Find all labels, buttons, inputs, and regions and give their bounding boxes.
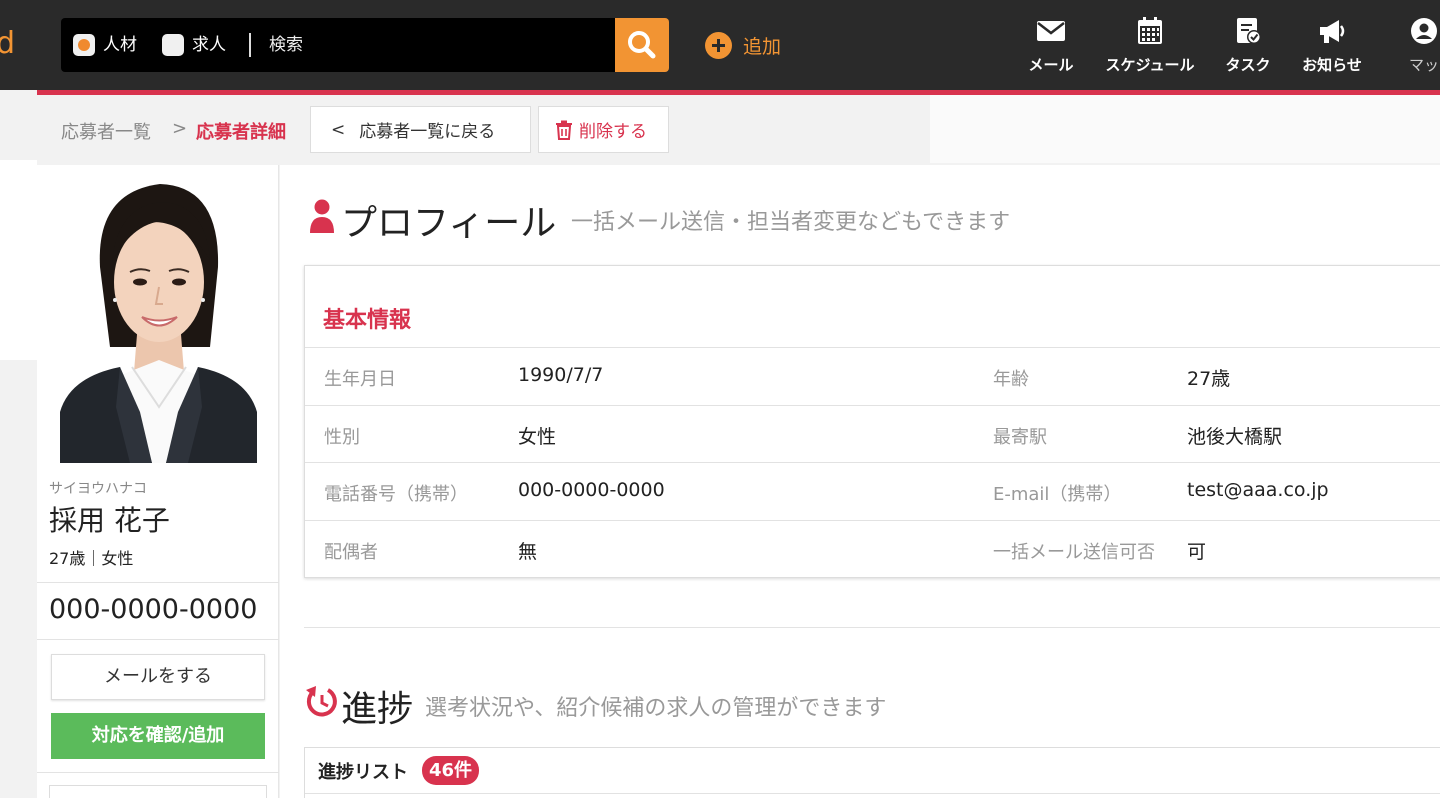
search-input[interactable] (257, 29, 597, 61)
side-divider (37, 772, 279, 773)
field-label-birthdate: 生年月日 (324, 369, 396, 390)
field-value-age: 27歳 (1187, 368, 1231, 390)
delete-label: 削除する (579, 122, 647, 142)
field-value-mobile-email: test@aaa.co.jp (1187, 479, 1329, 501)
nav-mypage[interactable]: マッ (1400, 16, 1440, 76)
side-next-card (49, 785, 267, 798)
search-icon (628, 31, 656, 59)
breadcrumb-bar-right (930, 95, 1440, 163)
section-divider (304, 627, 1440, 628)
task-icon (1237, 18, 1261, 44)
nav-schedule[interactable]: スケジュール (1100, 16, 1200, 76)
row-divider (305, 520, 1440, 521)
breadcrumb-current: 応募者詳細 (196, 122, 286, 143)
radio-talent-label[interactable]: 人材 (103, 33, 137, 57)
confirm-add-response-button[interactable]: 対応を確認/追加 (51, 713, 265, 759)
profile-photo (60, 172, 257, 463)
profile-section-title: プロフィール (341, 203, 557, 244)
back-to-list-label: 応募者一覧に戻る (359, 122, 496, 142)
breadcrumb-separator: > (172, 118, 188, 139)
progress-list-divider (305, 793, 1440, 794)
field-label-gender: 性別 (324, 427, 360, 448)
field-label-age: 年齢 (993, 369, 1029, 390)
row-divider (305, 462, 1440, 463)
field-value-gender: 女性 (518, 426, 557, 448)
plus-icon (705, 31, 732, 59)
search-button[interactable] (615, 18, 669, 72)
progress-section-title: 進捗 (341, 689, 414, 730)
nav-mypage-label: マッ (1408, 56, 1440, 74)
progress-count-badge: 46件 (422, 756, 479, 785)
candidate-kana: サイヨウハナコ (49, 481, 147, 497)
row-divider (305, 347, 1440, 348)
search-box: 人材 求人 (61, 18, 615, 72)
calendar-icon (1138, 17, 1162, 44)
nav-news[interactable]: お知らせ (1296, 16, 1368, 76)
nav-task-label: タスク (1225, 56, 1271, 74)
nav-news-label: お知らせ (1302, 56, 1362, 74)
field-value-birthdate: 1990/7/7 (518, 364, 604, 386)
person-icon (310, 199, 334, 233)
field-label-mobile-email: E-mail（携帯） (993, 484, 1122, 505)
nav-schedule-label: スケジュール (1105, 56, 1195, 74)
basic-info-heading: 基本情報 (323, 308, 412, 333)
user-icon (1411, 18, 1437, 44)
nav-mail-label: メール (1028, 56, 1074, 74)
trash-icon (556, 120, 572, 140)
field-label-station: 最寄駅 (993, 427, 1047, 448)
megaphone-icon (1320, 20, 1345, 43)
left-collapsed-panel (0, 160, 37, 360)
radio-jobs[interactable] (162, 34, 184, 56)
send-mail-button[interactable]: メールをする (51, 654, 265, 700)
field-value-bulk-mail: 可 (1187, 541, 1207, 563)
back-to-list-button[interactable]: < 応募者一覧に戻る (310, 106, 531, 153)
mail-icon (1037, 21, 1065, 41)
top-navbar: d 人材 求人 追加 メール (0, 0, 1440, 90)
profile-section-subtitle: 一括メール送信・担当者変更などもできます (571, 210, 1011, 235)
candidate-name: 採用 花子 (49, 504, 170, 537)
logo[interactable]: d (0, 26, 15, 62)
side-divider (37, 639, 279, 640)
side-divider (37, 582, 279, 583)
field-label-mobile-phone: 電話番号（携帯） (324, 484, 468, 505)
row-divider (305, 405, 1440, 406)
field-value-station: 池後大橋駅 (1187, 426, 1283, 448)
candidate-age-sex: 27歳｜女性 (49, 549, 134, 568)
nav-mail[interactable]: メール (1021, 16, 1081, 76)
breadcrumb-parent-link[interactable]: 応募者一覧 (61, 118, 151, 144)
radio-jobs-label[interactable]: 求人 (192, 33, 226, 57)
add-button[interactable]: 追加 (705, 30, 781, 60)
progress-list-title: 進捗リスト (318, 762, 408, 783)
search-divider (249, 33, 251, 57)
field-label-spouse: 配偶者 (324, 542, 378, 563)
candidate-phone[interactable]: 000-0000-0000 (49, 594, 257, 625)
radio-talent[interactable] (73, 34, 95, 56)
progress-section-subtitle: 選考状況や、紹介候補の求人の管理ができます (425, 696, 887, 721)
field-value-mobile-phone: 000-0000-0000 (518, 479, 665, 501)
field-label-bulk-mail: 一括メール送信可否 (993, 542, 1155, 563)
progress-refresh-icon (306, 686, 337, 717)
chevron-left-icon: < (331, 119, 346, 140)
field-value-spouse: 無 (518, 541, 538, 563)
add-label: 追加 (743, 35, 782, 58)
delete-button[interactable]: 削除する (538, 106, 669, 153)
nav-task[interactable]: タスク (1218, 16, 1278, 76)
